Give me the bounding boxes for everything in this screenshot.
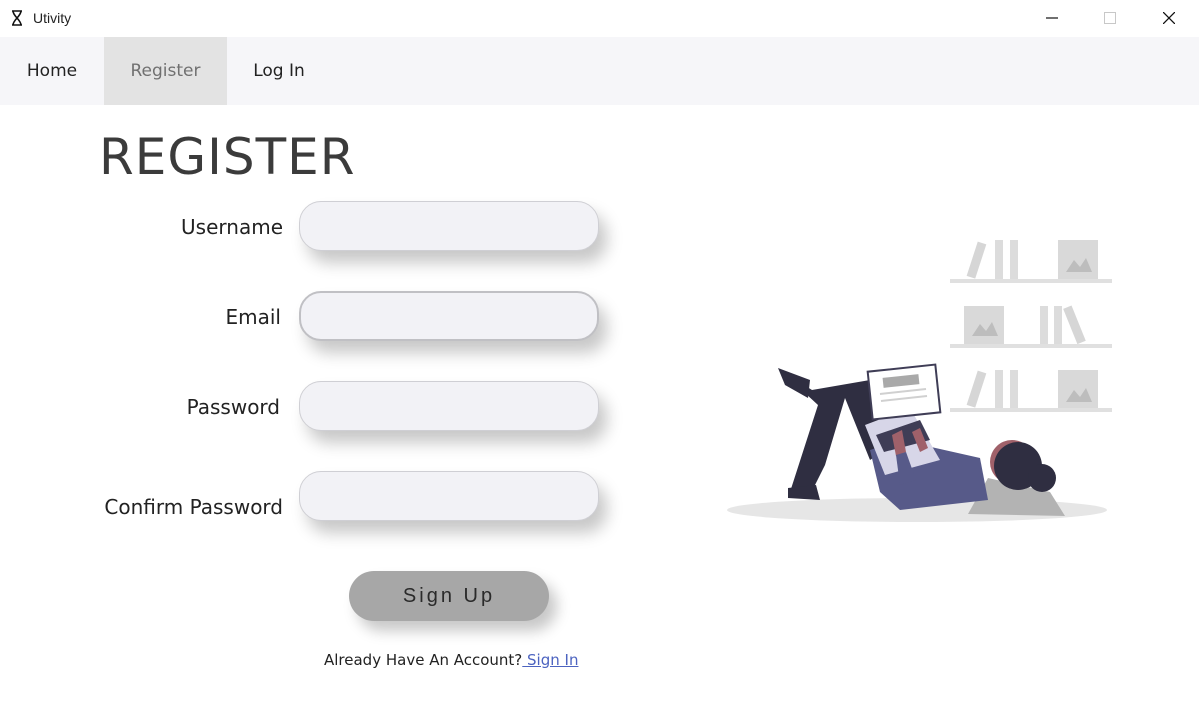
password-label: Password <box>186 395 280 419</box>
account-prompt: Already Have An Account? Sign In <box>324 651 578 669</box>
password-input[interactable] <box>299 381 599 431</box>
hourglass-icon <box>12 10 22 26</box>
reading-person-illustration <box>727 240 1112 522</box>
nav-register[interactable]: Register <box>104 37 227 105</box>
confirm-password-label: Confirm Password <box>104 495 283 519</box>
close-button[interactable] <box>1140 0 1198 37</box>
nav-home[interactable]: Home <box>0 37 104 105</box>
bookshelf-illustration <box>950 240 1112 412</box>
username-input[interactable] <box>299 201 599 251</box>
username-label: Username <box>181 215 283 239</box>
close-icon <box>1163 12 1175 24</box>
account-prompt-text: Already Have An Account? <box>324 651 523 669</box>
confirm-password-input[interactable] <box>299 471 599 521</box>
minimize-icon <box>1046 17 1058 19</box>
minimize-button[interactable] <box>1023 0 1081 37</box>
page-title: REGISTER <box>99 128 356 186</box>
sign-in-link[interactable]: Sign In <box>522 651 578 669</box>
title-bar: Utivity <box>0 0 1199 37</box>
nav-login[interactable]: Log In <box>227 37 331 105</box>
maximize-icon <box>1104 12 1116 24</box>
email-label: Email <box>225 305 282 329</box>
nav-bar: Home Register Log In <box>0 37 1199 105</box>
maximize-button[interactable] <box>1081 0 1139 37</box>
window-title: Utivity <box>33 10 72 26</box>
sign-up-button[interactable]: Sign Up <box>349 571 549 621</box>
email-input[interactable] <box>299 291 599 341</box>
